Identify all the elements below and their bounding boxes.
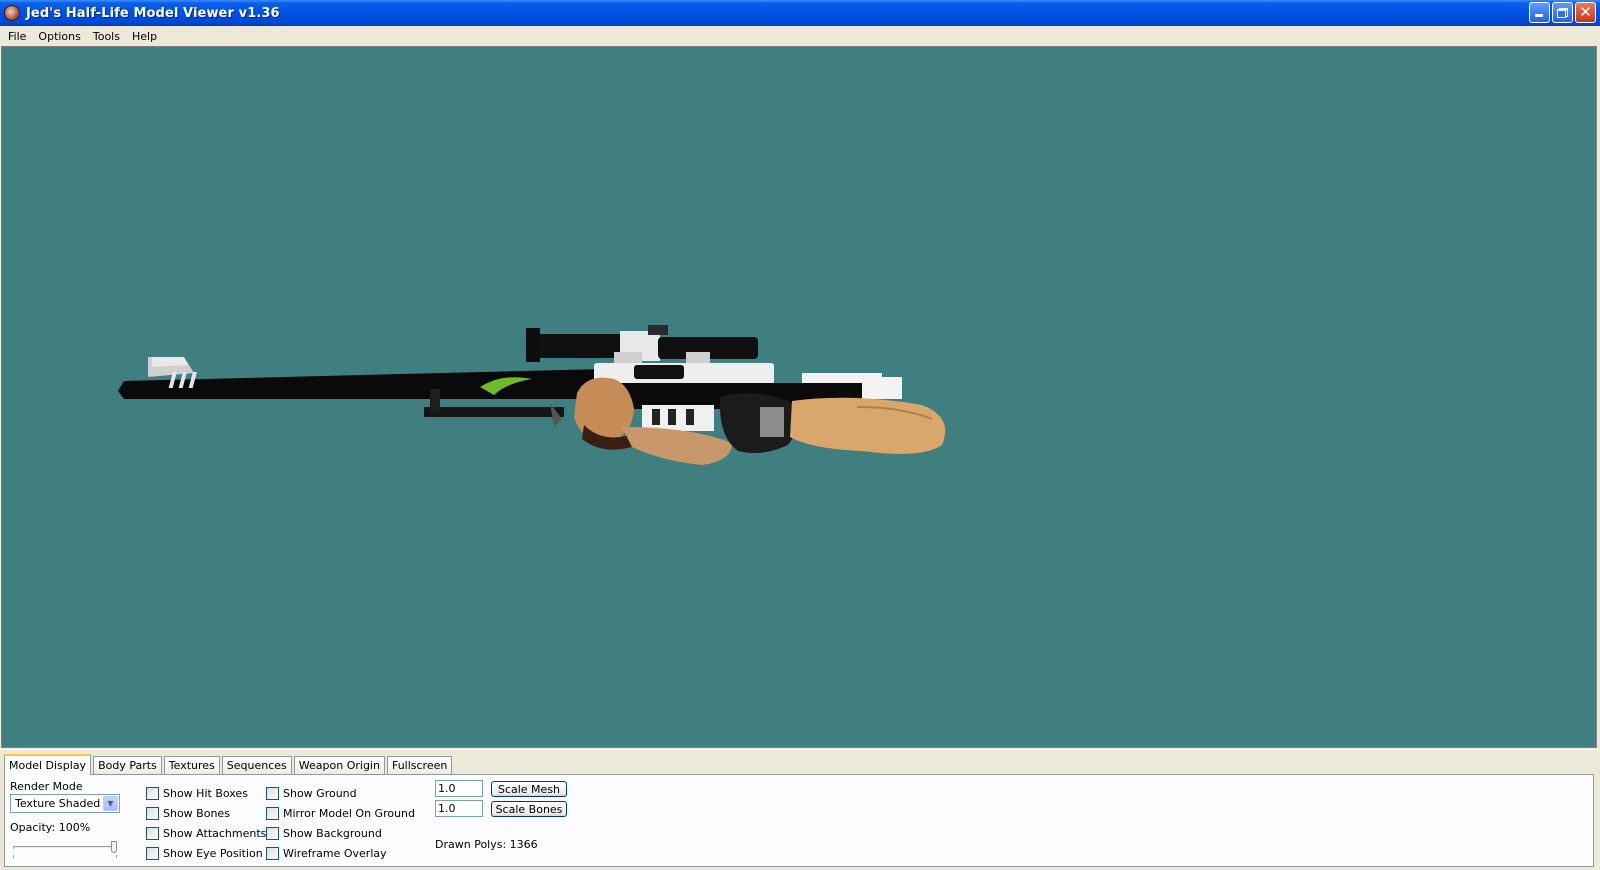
scale-bones-button[interactable]: Scale Bones xyxy=(491,801,567,817)
checkbox-box[interactable] xyxy=(266,807,279,820)
weapon-model-render xyxy=(118,325,946,465)
checkbox-box[interactable] xyxy=(266,827,279,840)
render-mode-label: Render Mode xyxy=(10,780,83,793)
show-background-checkbox[interactable]: Show Background xyxy=(266,827,382,840)
tab-textures[interactable]: Textures xyxy=(163,756,220,774)
tab-strip: Model Display Body Parts Textures Sequen… xyxy=(4,754,454,775)
checkbox-box[interactable] xyxy=(146,827,159,840)
app-icon[interactable] xyxy=(4,5,20,21)
minimize-icon xyxy=(1535,14,1543,17)
scale-bones-input[interactable]: 1.0 xyxy=(435,800,483,817)
checkbox-box[interactable] xyxy=(146,787,159,800)
opacity-slider-ticks xyxy=(13,855,117,858)
mirror-model-on-ground-checkbox[interactable]: Mirror Model On Ground xyxy=(266,807,415,820)
checkbox-label: Show Ground xyxy=(283,787,357,800)
checkbox-label: Show Bones xyxy=(163,807,230,820)
drawn-polys-readout: Drawn Polys: 1366 xyxy=(435,838,538,851)
show-eye-position-checkbox[interactable]: Show Eye Position xyxy=(146,847,263,860)
scale-mesh-button[interactable]: Scale Mesh xyxy=(491,781,567,797)
menu-bar: File Options Tools Help xyxy=(0,26,1600,46)
tab-model-display[interactable]: Model Display xyxy=(4,754,92,775)
show-bones-checkbox[interactable]: Show Bones xyxy=(146,807,230,820)
scale-mesh-input[interactable]: 1.0 xyxy=(435,780,483,797)
close-icon: ✕ xyxy=(1579,3,1592,21)
restore-icon xyxy=(1557,7,1568,18)
opacity-slider-thumb[interactable] xyxy=(111,841,117,853)
checkbox-label: Wireframe Overlay xyxy=(283,847,387,860)
render-mode-value: Texture Shaded xyxy=(15,797,101,810)
model-viewport[interactable] xyxy=(1,46,1597,748)
chevron-down-icon[interactable]: ▼ xyxy=(103,796,118,811)
checkbox-box[interactable] xyxy=(146,807,159,820)
menu-options[interactable]: Options xyxy=(32,30,86,43)
window-controls: ✕ xyxy=(1529,2,1596,23)
show-ground-checkbox[interactable]: Show Ground xyxy=(266,787,357,800)
tab-weapon-origin[interactable]: Weapon Origin xyxy=(293,756,385,774)
tab-body-parts[interactable]: Body Parts xyxy=(93,756,162,774)
checkbox-box[interactable] xyxy=(266,787,279,800)
menu-help[interactable]: Help xyxy=(126,30,163,43)
title-bar[interactable]: Jed's Half-Life Model Viewer v1.36 ✕ xyxy=(0,0,1600,26)
control-panel: Model Display Body Parts Textures Sequen… xyxy=(0,749,1600,870)
close-button[interactable]: ✕ xyxy=(1575,2,1596,23)
checkbox-label: Show Hit Boxes xyxy=(163,787,248,800)
menu-file[interactable]: File xyxy=(2,30,32,43)
menu-tools[interactable]: Tools xyxy=(87,30,126,43)
restore-button[interactable] xyxy=(1552,2,1573,23)
show-attachments-checkbox[interactable]: Show Attachments xyxy=(146,827,266,840)
render-mode-select[interactable]: Texture Shaded ▼ xyxy=(10,794,120,813)
minimize-button[interactable] xyxy=(1529,2,1550,23)
tab-sequences[interactable]: Sequences xyxy=(221,756,292,774)
show-hit-boxes-checkbox[interactable]: Show Hit Boxes xyxy=(146,787,248,800)
checkbox-label: Mirror Model On Ground xyxy=(283,807,416,820)
model-display-page: Render Mode Texture Shaded ▼ Opacity: 10… xyxy=(4,774,1594,867)
checkbox-box[interactable] xyxy=(266,847,279,860)
checkbox-label: Show Eye Position xyxy=(163,847,263,860)
checkbox-label: Show Background xyxy=(283,827,382,840)
wireframe-overlay-checkbox[interactable]: Wireframe Overlay xyxy=(266,847,387,860)
window-title: Jed's Half-Life Model Viewer v1.36 xyxy=(26,5,280,21)
checkbox-label: Show Attachments xyxy=(163,827,267,840)
tab-fullscreen[interactable]: Fullscreen xyxy=(386,756,453,774)
opacity-label: Opacity: 100% xyxy=(10,821,91,834)
opacity-slider-track[interactable] xyxy=(13,846,117,849)
checkbox-box[interactable] xyxy=(146,847,159,860)
